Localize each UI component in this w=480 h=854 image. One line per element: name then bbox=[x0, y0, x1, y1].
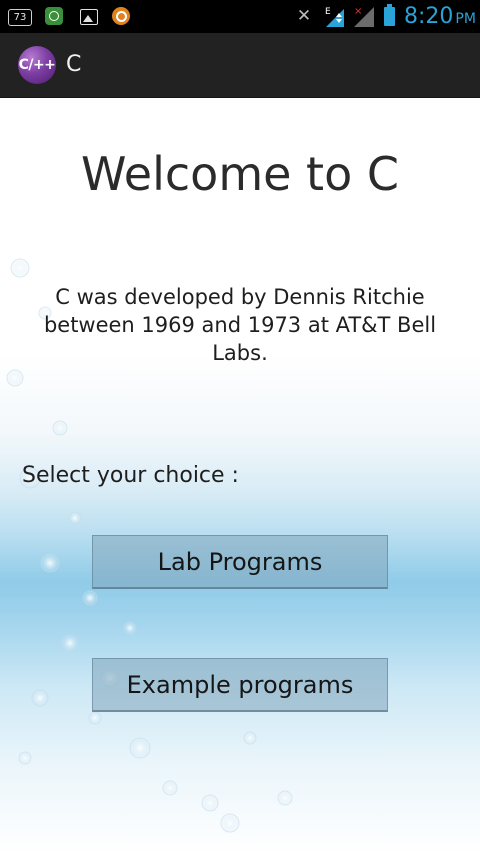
status-time-value: 8:20 bbox=[404, 4, 454, 29]
signal-bars-icon: × bbox=[354, 6, 374, 27]
action-bar: C/++ C bbox=[0, 33, 480, 98]
status-time: 8:20 PM bbox=[404, 3, 476, 33]
status-bar: 73 ✕ E × 8:20 PM bbox=[0, 0, 480, 33]
app-logo-icon[interactable]: C/++ bbox=[18, 46, 56, 84]
example-programs-button[interactable]: Example programs bbox=[92, 658, 388, 712]
orange-app-icon bbox=[112, 7, 130, 25]
gallery-icon bbox=[80, 9, 98, 25]
page-title: Welcome to C bbox=[81, 147, 399, 201]
svg-text:E: E bbox=[325, 7, 331, 17]
green-app-icon bbox=[45, 7, 63, 25]
select-choice-label: Select your choice : bbox=[22, 463, 239, 488]
signal-e-icon: E bbox=[325, 7, 344, 27]
description-text: C was developed by Dennis Ritchie betwee… bbox=[43, 285, 437, 365]
mute-icon: ✕ bbox=[296, 6, 312, 26]
svg-text:×: × bbox=[354, 6, 362, 17]
status-time-ampm: PM bbox=[455, 11, 476, 27]
lab-programs-button[interactable]: Lab Programs bbox=[92, 535, 388, 589]
battery-icon bbox=[384, 4, 395, 26]
notification-count-icon: 73 bbox=[8, 9, 32, 26]
app-title: C bbox=[66, 52, 82, 77]
main-content: Welcome to C C was developed by Dennis R… bbox=[0, 98, 480, 854]
